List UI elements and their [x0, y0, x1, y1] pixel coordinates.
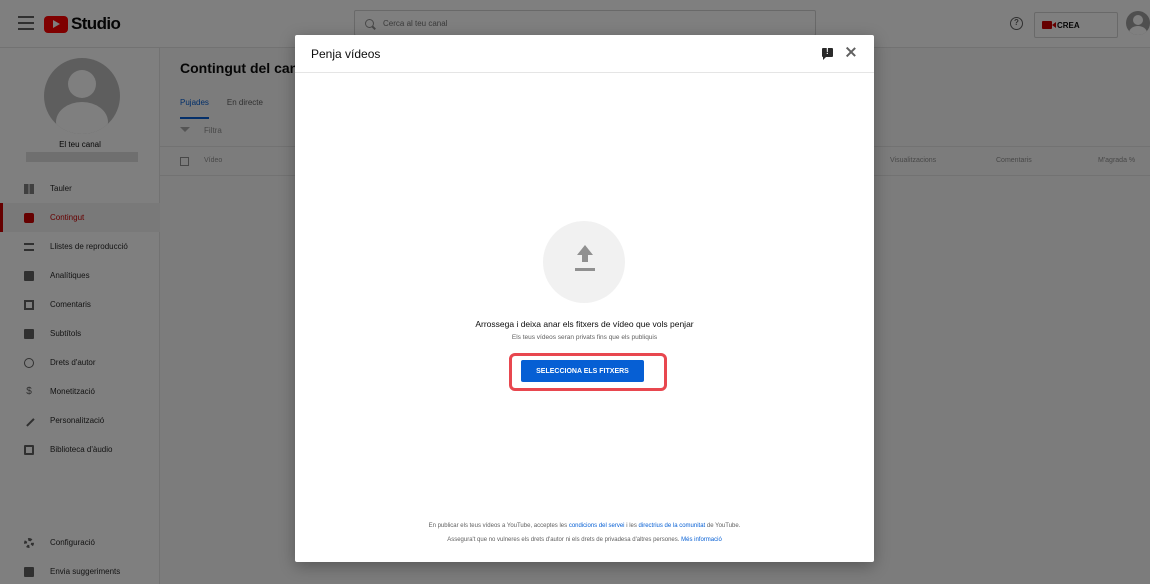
legal-notice: En publicar els teus vídeos a YouTube, a…	[295, 519, 874, 547]
close-icon[interactable]	[845, 46, 857, 58]
dialog-title: Penja vídeos	[311, 47, 381, 61]
legal-text: Assegura't que no vulneres els drets d'a…	[447, 537, 680, 543]
learn-more-link[interactable]: Més informació	[681, 537, 722, 543]
select-files-button[interactable]: SELECCIONA ELS FITXERS	[521, 360, 644, 382]
legal-line-1: En publicar els teus vídeos a YouTube, a…	[295, 519, 874, 533]
upload-videos-dialog: Penja vídeos Arrossega i deixa anar els …	[295, 35, 874, 562]
dialog-header: Penja vídeos	[295, 35, 874, 73]
legal-text: de YouTube.	[706, 523, 741, 529]
community-guidelines-link[interactable]: directrius de la comunitat	[639, 523, 706, 529]
terms-of-service-link[interactable]: condicions del servei	[569, 523, 625, 529]
legal-line-2: Assegura't que no vulneres els drets d'a…	[295, 533, 874, 547]
privacy-note: Els teus vídeos seran privats fins que e…	[511, 334, 658, 341]
upload-icon	[575, 245, 595, 273]
legal-text: En publicar els teus vídeos a YouTube, a…	[428, 523, 568, 529]
drag-drop-instructions: Arrossega i deixa anar els fitxers de ví…	[475, 319, 694, 329]
legal-text: i les	[626, 523, 637, 529]
feedback-icon[interactable]	[822, 47, 833, 60]
